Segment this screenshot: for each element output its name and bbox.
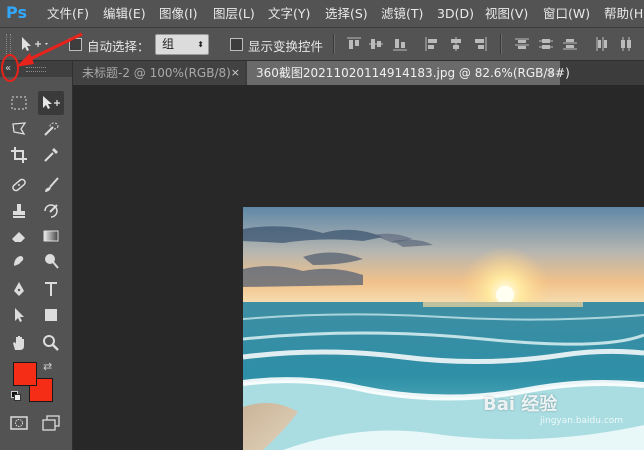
align-right-icon[interactable] (473, 37, 487, 51)
type-tool[interactable] (38, 277, 64, 301)
distribute-bottom-icon[interactable] (563, 37, 577, 51)
menu-filter[interactable]: 滤镜(T) (381, 0, 423, 27)
rect-marquee-icon (11, 96, 27, 110)
rectangle-tool[interactable] (38, 303, 64, 327)
distribute-vcenter-icon[interactable] (539, 37, 553, 51)
dodge-icon (45, 254, 59, 269)
photoshop-logo: Ps (6, 3, 27, 22)
type-t-icon (45, 282, 57, 296)
options-bar: 自动选择： 组 ⬍ 显示变换控件 (0, 28, 644, 61)
gradient-icon (43, 230, 59, 242)
history-brush-icon (44, 204, 58, 218)
healing-brush-tool[interactable] (6, 173, 32, 197)
panel-grip[interactable] (26, 67, 46, 72)
marquee-tool[interactable] (6, 91, 32, 115)
menu-image[interactable]: 图像(I) (159, 0, 197, 27)
menu-edit[interactable]: 编辑(E) (103, 0, 146, 27)
menu-view[interactable]: 视图(V) (485, 0, 528, 27)
distribute-hcenter-icon[interactable] (619, 37, 633, 51)
smudge-finger-icon (14, 256, 24, 266)
rectangle-shape-icon (45, 309, 57, 321)
pen-tool[interactable] (6, 277, 32, 301)
auto-select-label: 自动选择： (87, 39, 150, 54)
beach-sunset-photo (243, 207, 644, 450)
quick-selection-icon (44, 122, 59, 136)
eraser-icon (12, 232, 25, 242)
quick-mask-icon (10, 416, 28, 430)
crop-tool[interactable] (6, 143, 32, 167)
distribute-top-icon[interactable] (515, 37, 529, 51)
menu-select[interactable]: 选择(S) (325, 0, 368, 27)
close-tab-icon[interactable]: × (231, 61, 240, 85)
magnifier-icon (43, 335, 59, 351)
tab-360-screenshot[interactable]: 360截图20211020114914183.jpg @ 82.6%(RGB/8… (247, 61, 570, 85)
menu-3d[interactable]: 3D(D) (437, 0, 474, 27)
auto-select-value: 组 (162, 37, 175, 51)
align-left-icon[interactable] (425, 37, 439, 51)
collapse-panel-icon[interactable]: « (5, 61, 11, 77)
distribute-left-icon[interactable] (595, 37, 609, 51)
swap-colors-icon[interactable]: ⇄ (43, 360, 52, 373)
history-brush-tool[interactable] (38, 199, 64, 223)
tool-preset-picker[interactable] (18, 34, 50, 54)
show-transform-label: 显示变换控件 (248, 39, 324, 54)
gradient-tool[interactable] (38, 224, 64, 248)
foreground-color-swatch-fill (13, 362, 37, 386)
brush-tool[interactable] (38, 173, 64, 197)
tab-untitled-2[interactable]: 未标题-2 @ 100%(RGB/8) × (73, 61, 245, 85)
tools-panel-header: « (0, 61, 72, 77)
auto-select-checkbox[interactable] (69, 38, 82, 51)
menu-help[interactable]: 帮助(H) (604, 0, 644, 27)
move-tool-icon (22, 37, 48, 51)
hand-icon (13, 336, 24, 350)
align-vcenter-icon[interactable] (369, 37, 383, 51)
menu-type[interactable]: 文字(Y) (268, 0, 310, 27)
align-bottom-icon[interactable] (393, 37, 407, 51)
grip-handle[interactable] (6, 34, 11, 54)
divider (333, 34, 335, 54)
tab-title: 360截图20211020114914183.jpg @ 82.6%(RGB/8… (256, 66, 570, 80)
default-colors-icon[interactable] (11, 391, 21, 401)
show-transform-checkbox[interactable] (230, 38, 243, 51)
clone-stamp-tool[interactable] (6, 199, 32, 223)
screen-mode-icon (42, 415, 60, 431)
divider (500, 34, 502, 54)
bandage-icon (12, 178, 26, 192)
crop-icon (11, 147, 27, 163)
zoom-tool[interactable] (38, 331, 64, 355)
move-tool[interactable] (38, 91, 64, 115)
menu-bar: Ps 文件(F) 编辑(E) 图像(I) 图层(L) 文字(Y) 选择(S) 滤… (0, 0, 644, 28)
tab-title: 未标题-2 @ 100%(RGB/8) (82, 66, 231, 80)
path-selection-icon (15, 308, 24, 322)
stamp-icon (13, 204, 25, 218)
watermark-text: Bai 经验 (483, 394, 558, 415)
menu-window[interactable]: 窗口(W) (543, 0, 590, 27)
dodge-tool[interactable] (38, 249, 64, 273)
eraser-tool[interactable] (6, 224, 32, 248)
screen-mode-button[interactable] (38, 411, 64, 435)
auto-select-dropdown[interactable]: 组 ⬍ (155, 34, 209, 55)
pen-icon (14, 282, 24, 296)
menu-file[interactable]: 文件(F) (47, 0, 89, 27)
hand-tool[interactable] (6, 331, 32, 355)
path-selection-tool[interactable] (6, 303, 32, 327)
align-top-icon[interactable] (347, 37, 361, 51)
tools-panel: « ⇄ (0, 61, 73, 450)
lasso-tool[interactable] (6, 117, 32, 141)
spinner-arrows-icon: ⬍ (197, 40, 204, 49)
eyedropper-tool[interactable] (38, 143, 64, 167)
lasso-icon (12, 122, 27, 135)
quick-mask-button[interactable] (6, 411, 32, 435)
eyedropper-icon (44, 148, 58, 162)
quick-selection-tool[interactable] (38, 117, 64, 141)
watermark-url: jingyan.baidu.com (540, 416, 624, 426)
blur-tool[interactable] (6, 249, 32, 273)
align-hcenter-icon[interactable] (449, 37, 463, 51)
close-tab-icon[interactable]: × (546, 61, 555, 85)
move-tool-icon (43, 96, 60, 109)
canvas-image[interactable] (243, 207, 644, 450)
document-tabs: 未标题-2 @ 100%(RGB/8) × 360截图2021102011491… (73, 61, 644, 85)
menu-layer[interactable]: 图层(L) (213, 0, 255, 27)
brush-icon (45, 177, 59, 192)
